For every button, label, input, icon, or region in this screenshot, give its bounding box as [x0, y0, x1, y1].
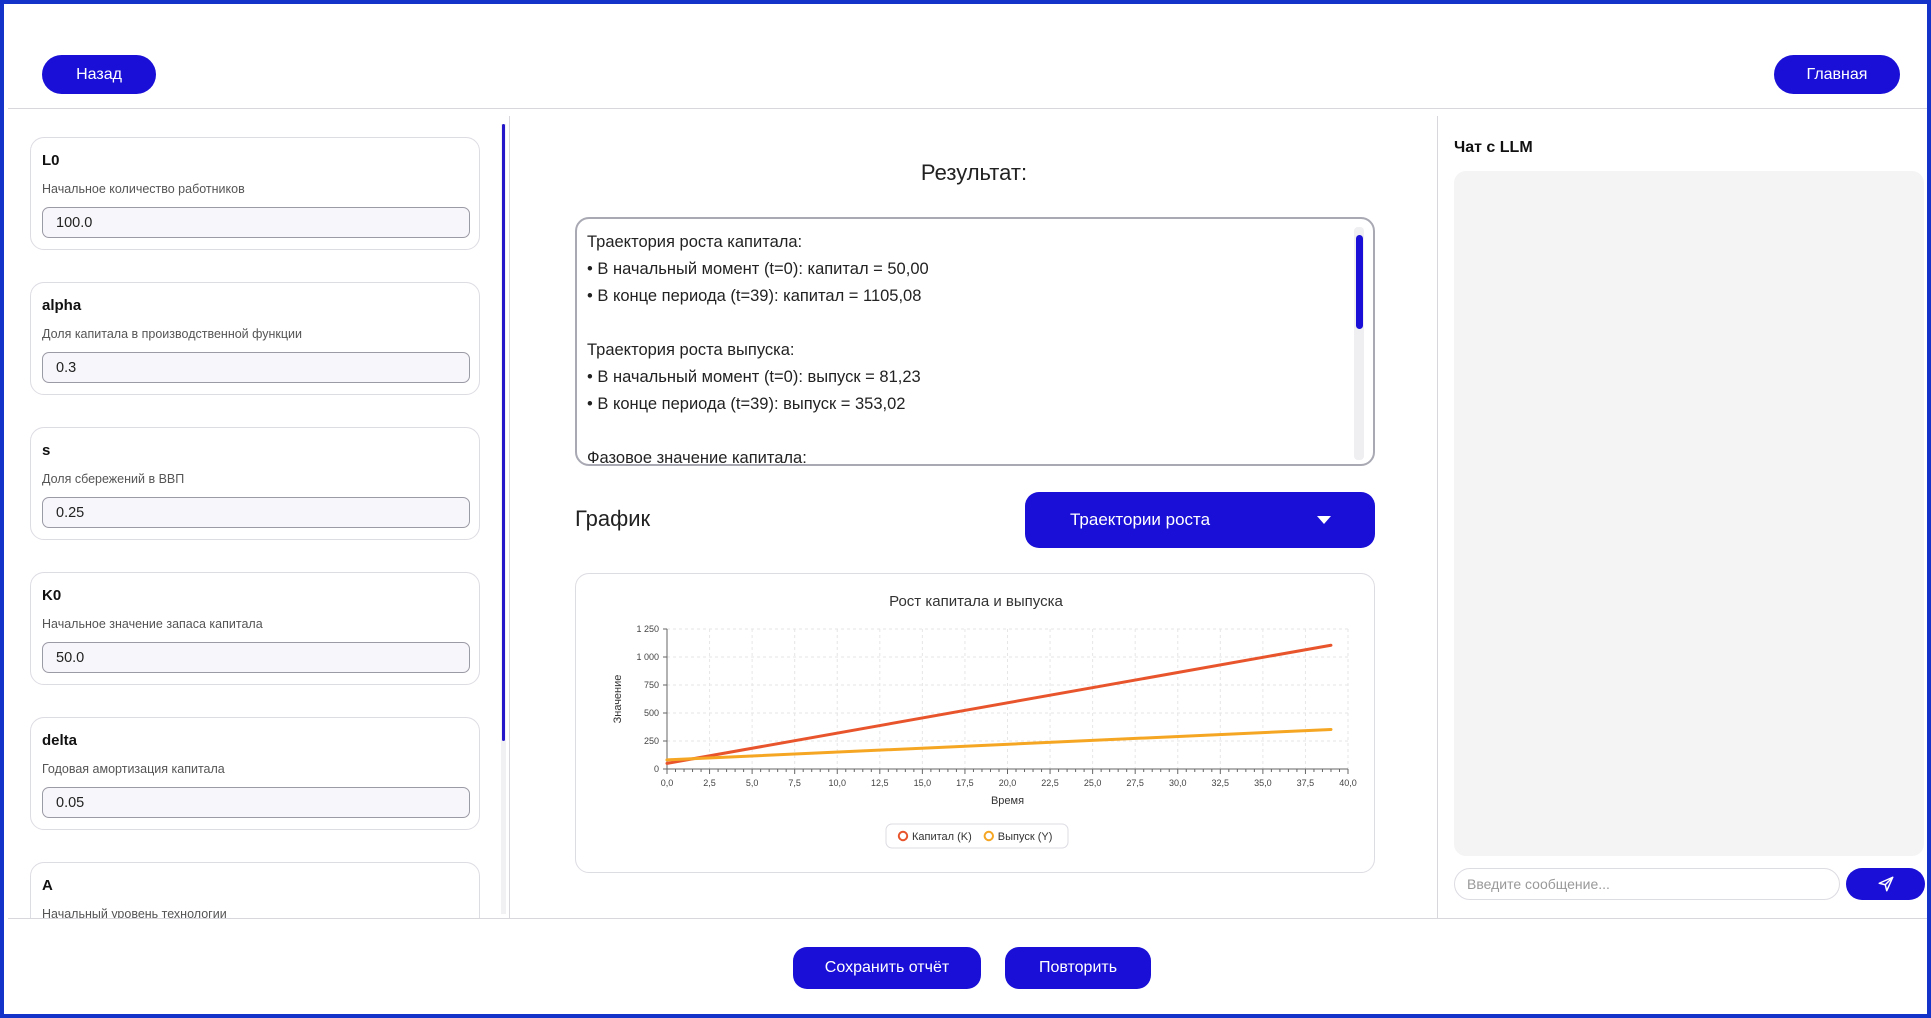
- x-tick-label: 15,0: [914, 778, 932, 788]
- back-button[interactable]: Назад: [42, 55, 156, 94]
- graph-label: График: [575, 506, 651, 531]
- send-icon: [1878, 876, 1893, 892]
- dropdown-selected-value: Траектории роста: [1070, 510, 1211, 529]
- line-chart: Рост капитала и выпуска 0,0 2,5 5,0 7,5 10,0 1…: [612, 593, 1357, 849]
- param-card-alpha: alpha Доля капитала в производственной ф…: [30, 282, 480, 395]
- legend-label-0: Капитал (K): [912, 831, 972, 843]
- param-description: Годовая амортизация капитала: [42, 762, 225, 776]
- x-tick-label: 25,0: [1084, 778, 1102, 788]
- x-tick-label: 20,0: [999, 778, 1017, 788]
- param-name: A: [42, 877, 53, 894]
- x-axis-label: Время: [991, 795, 1024, 807]
- param-card-k0: K0 Начальное значение запаса капитала 50…: [30, 572, 480, 685]
- x-tick-label: 35,0: [1254, 778, 1272, 788]
- y-tick-label: 1 000: [636, 652, 659, 662]
- save-report-button[interactable]: Сохранить отчёт: [793, 947, 981, 989]
- y-tick-label: 0: [654, 764, 659, 774]
- params-scrollbar-thumb[interactable]: [502, 124, 505, 741]
- y-axis-label: Значение: [612, 675, 624, 724]
- send-button[interactable]: [1846, 868, 1925, 900]
- legend-label-1: Выпуск (Y): [998, 831, 1053, 843]
- chart-type-dropdown[interactable]: Траектории роста: [1025, 492, 1375, 548]
- result-text: Траектория роста капитала: • В начальный…: [587, 233, 929, 466]
- param-input-l0[interactable]: 100.0: [42, 207, 470, 238]
- result-textbox[interactable]: Траектория роста капитала: • В начальный…: [575, 217, 1375, 466]
- caret-down-icon: [1317, 516, 1331, 524]
- y-tick-label: 1 250: [636, 624, 659, 634]
- param-name: L0: [42, 152, 60, 169]
- param-input-k0[interactable]: 50.0: [42, 642, 470, 673]
- param-name: K0: [42, 587, 62, 604]
- x-tick-label: 2,5: [703, 778, 716, 788]
- x-tick-label: 17,5: [956, 778, 974, 788]
- y-tick-label: 500: [644, 708, 659, 718]
- header-divider: [8, 108, 1927, 109]
- param-input-s[interactable]: 0.25: [42, 497, 470, 528]
- y-tick-label: 250: [644, 736, 659, 746]
- right-divider: [1437, 116, 1438, 918]
- app-window: Назад Главная L0 Начальное количество ра…: [0, 0, 1931, 1018]
- param-input-alpha[interactable]: 0.3: [42, 352, 470, 383]
- param-card-delta: delta Годовая амортизация капитала 0.05: [30, 717, 480, 830]
- param-name: delta: [42, 732, 78, 749]
- param-description: Начальное значение запаса капитала: [42, 617, 263, 631]
- x-tick-label: 32,5: [1212, 778, 1230, 788]
- chart-card: Рост капитала и выпуска 0,0 2,5 5,0 7,5 10,0 1…: [575, 573, 1375, 873]
- footer-divider: [8, 918, 1927, 919]
- left-divider: [509, 116, 510, 918]
- param-input-delta[interactable]: 0.05: [42, 787, 470, 818]
- param-description: Доля капитала в производственной функции: [42, 327, 303, 341]
- param-description: Начальный уровень технологии: [42, 907, 227, 918]
- x-tick-label: 10,0: [828, 778, 846, 788]
- x-tick-label: 40,0: [1339, 778, 1357, 788]
- x-tick-label: 0,0: [661, 778, 674, 788]
- param-card-a: A Начальный уровень технологии: [30, 862, 480, 918]
- result-title: Результат:: [920, 160, 1028, 185]
- x-tick-label: 27,5: [1126, 778, 1144, 788]
- param-description: Начальное количество работников: [42, 182, 245, 196]
- chat-title: Чат с LLM: [1454, 139, 1533, 156]
- x-tick-label: 37,5: [1297, 778, 1315, 788]
- chat-message-input[interactable]: Введите сообщение...: [1454, 868, 1840, 900]
- param-name: s: [42, 442, 51, 459]
- params-panel[interactable]: L0 Начальное количество работников 100.0…: [12, 116, 502, 918]
- x-tick-label: 7,5: [788, 778, 801, 788]
- x-tick-label: 12,5: [871, 778, 889, 788]
- param-name: alpha: [42, 297, 82, 314]
- x-tick-label: 5,0: [746, 778, 759, 788]
- param-card-s: s Доля сбережений в ВВП 0.25: [30, 427, 480, 540]
- y-tick-label: 750: [644, 680, 659, 690]
- chat-messages-area[interactable]: [1454, 171, 1924, 856]
- x-tick-label: 30,0: [1169, 778, 1187, 788]
- x-tick-label: 22,5: [1041, 778, 1059, 788]
- home-button[interactable]: Главная: [1774, 55, 1900, 94]
- param-description: Доля сбережений в ВВП: [42, 472, 185, 486]
- result-scrollbar-thumb[interactable]: [1356, 235, 1363, 329]
- param-card-l0: L0 Начальное количество работников 100.0: [30, 137, 480, 250]
- chart-title: Рост капитала и выпуска: [889, 593, 1063, 610]
- repeat-button[interactable]: Повторить: [1005, 947, 1151, 989]
